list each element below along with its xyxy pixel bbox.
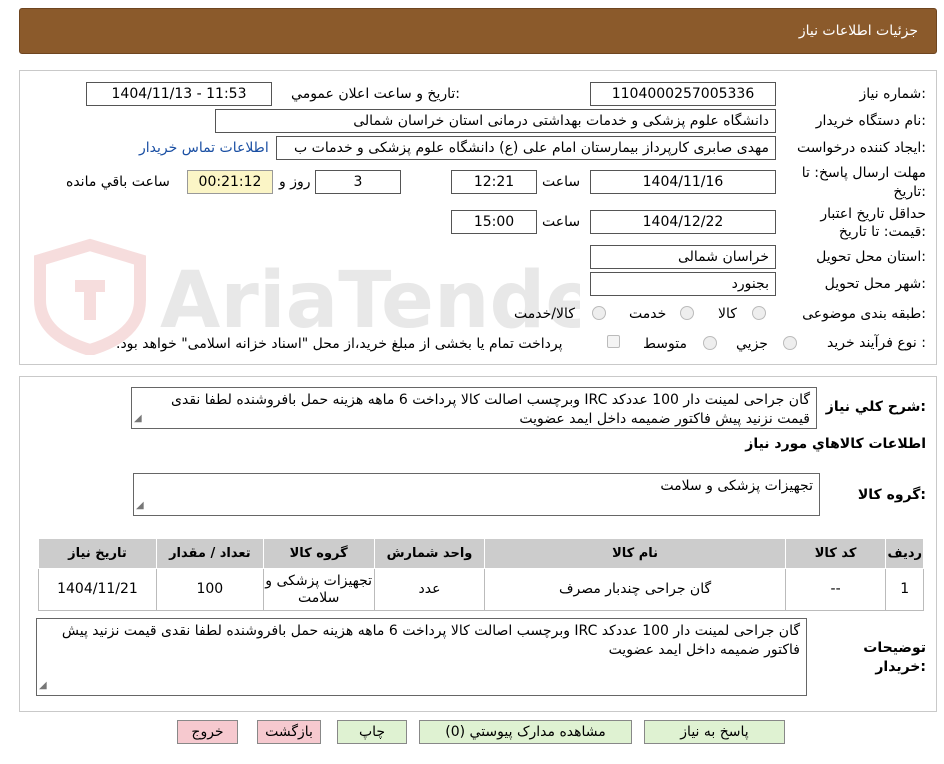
validity-date-field: 1404/12/22 xyxy=(590,210,776,234)
print-button[interactable]: چاپ xyxy=(337,720,407,744)
announce-label: تاریخ و ساعت اعلان عمومي: xyxy=(291,86,460,102)
reply-button[interactable]: پاسخ به نیاز xyxy=(644,720,785,744)
validity-label: حداقل تاریخ اعتبار xyxy=(820,206,926,222)
process-type-label: نوع فرآیند خرید : xyxy=(827,335,926,351)
table-header-row: ردیف کد کالا نام کالا واحد شمارش گروه کا… xyxy=(38,538,924,569)
city-label: شهر محل تحویل: xyxy=(824,276,926,292)
cell-row: 1 xyxy=(885,568,924,611)
deadline-time-label: ساعت xyxy=(542,174,581,190)
treasury-payment-note: پرداخت تمام یا بخشی از مبلغ خرید،از محل … xyxy=(116,336,563,352)
validity-time-field: 15:00 xyxy=(451,210,537,234)
category-label: طبقه بندی موضوعی: xyxy=(802,306,926,322)
days-field: 3 xyxy=(315,170,401,194)
cell-code: -- xyxy=(784,568,887,611)
need-number-label: شماره نیاز: xyxy=(859,86,926,102)
exit-button[interactable]: خروج xyxy=(177,720,238,744)
col-code: کد کالا xyxy=(784,538,887,569)
resize-handle-icon: ◢ xyxy=(134,413,142,424)
description-textarea: گان جراحی لمینت دار 100 عددکد IRC وبرچسب… xyxy=(131,387,817,429)
table-row: 1 -- گان جراحی چندبار مصرف عدد تجهیزات پ… xyxy=(38,568,924,611)
col-row: ردیف xyxy=(885,538,924,569)
goods-group-label: گروه کالا: xyxy=(857,487,926,503)
resize-handle-icon: ◢ xyxy=(39,680,47,691)
days-and-label: روز و xyxy=(279,174,311,190)
requester-label: ایجاد کننده درخواست: xyxy=(797,140,926,156)
col-group: گروه کالا xyxy=(262,538,375,569)
validity-label-date: قیمت: تا تاریخ: xyxy=(838,224,926,240)
resize-handle-icon: ◢ xyxy=(136,500,144,511)
cell-name: گان جراحی چندبار مصرف xyxy=(484,568,786,611)
buyer-org-label: نام دستگاه خریدار: xyxy=(815,113,926,129)
back-button[interactable]: بازگشت xyxy=(257,720,321,744)
goods-group-textarea: تجهیزات پزشکی و سلامت ◢ xyxy=(133,473,820,516)
page-title: جزئیات اطلاعات نیاز xyxy=(798,23,918,39)
col-name: نام کالا xyxy=(484,538,786,569)
category-option-goods: کالا xyxy=(718,306,737,322)
category-option-service: خدمت xyxy=(629,306,667,322)
need-number-field: 1104000257005336 xyxy=(590,82,776,106)
remaining-label: ساعت باقي مانده xyxy=(66,174,170,190)
description-label: شرح کلي نیاز: xyxy=(825,399,926,415)
deadline-label: مهلت ارسال پاسخ: تا xyxy=(801,165,926,181)
process-radio-medium[interactable] xyxy=(703,336,717,350)
buyer-notes-textarea: گان جراحی لمینت دار 100 عددکد IRC وبرچسب… xyxy=(36,618,807,696)
deadline-date-field: 1404/11/16 xyxy=(590,170,776,194)
view-attachments-button[interactable]: مشاهده مدارک پیوستي (0) xyxy=(419,720,632,744)
cell-date: 1404/11/21 xyxy=(38,568,157,611)
buyer-notes-text: گان جراحی لمینت دار 100 عددکد IRC وبرچسب… xyxy=(61,623,800,658)
buyer-org-field: دانشگاه علوم پزشکی و خدمات بهداشتی درمان… xyxy=(215,109,776,133)
cell-qty: 100 xyxy=(155,568,264,611)
category-option-both: کالا/خدمت xyxy=(514,306,575,322)
city-field: بجنورد xyxy=(590,272,776,296)
watermark-text: AriaTender.neT xyxy=(160,256,580,346)
deadline-label-date: تاریخ: xyxy=(893,184,926,200)
province-field: خراسان شمالی xyxy=(590,245,776,269)
description-text: گان جراحی لمینت دار 100 عددکد IRC وبرچسب… xyxy=(171,392,810,427)
col-date: تاریخ نیاز xyxy=(38,538,157,569)
deadline-time-field: 12:21 xyxy=(451,170,537,194)
cell-group: تجهیزات پزشکی و سلامت xyxy=(262,568,375,611)
buyer-notes-label: توضیحات xyxy=(863,640,926,656)
remaining-time-field: 00:21:12 xyxy=(187,170,273,194)
category-radio-service[interactable] xyxy=(680,306,694,320)
goods-info-title: اطلاعات کالاهاي مورد نیاز xyxy=(745,436,926,452)
col-unit: واحد شمارش xyxy=(373,538,486,569)
announce-date-field: 1404/11/13 - 11:53 xyxy=(86,82,272,106)
cell-unit: عدد xyxy=(373,568,486,611)
process-option-medium: متوسط xyxy=(643,336,687,352)
province-label: استان محل تحویل: xyxy=(816,249,926,265)
items-table: ردیف کد کالا نام کالا واحد شمارش گروه کا… xyxy=(38,538,924,611)
process-radio-small[interactable] xyxy=(783,336,797,350)
goods-group-value: تجهیزات پزشکی و سلامت xyxy=(660,478,813,494)
process-option-small: جزیي xyxy=(736,336,768,352)
buyer-contact-link[interactable]: اطلاعات تماس خریدار xyxy=(139,140,269,156)
buyer-notes-label-2: خریدار: xyxy=(875,659,926,675)
category-radio-goods[interactable] xyxy=(752,306,766,320)
category-radio-both[interactable] xyxy=(592,306,606,320)
requester-field: مهدی صابری کارپرداز بیمارستان امام علی (… xyxy=(276,136,776,160)
header-bar: جزئیات اطلاعات نیاز xyxy=(19,8,937,54)
treasury-payment-checkbox[interactable] xyxy=(607,335,620,348)
col-qty: تعداد / مقدار xyxy=(155,538,264,569)
validity-time-label: ساعت xyxy=(542,214,581,230)
